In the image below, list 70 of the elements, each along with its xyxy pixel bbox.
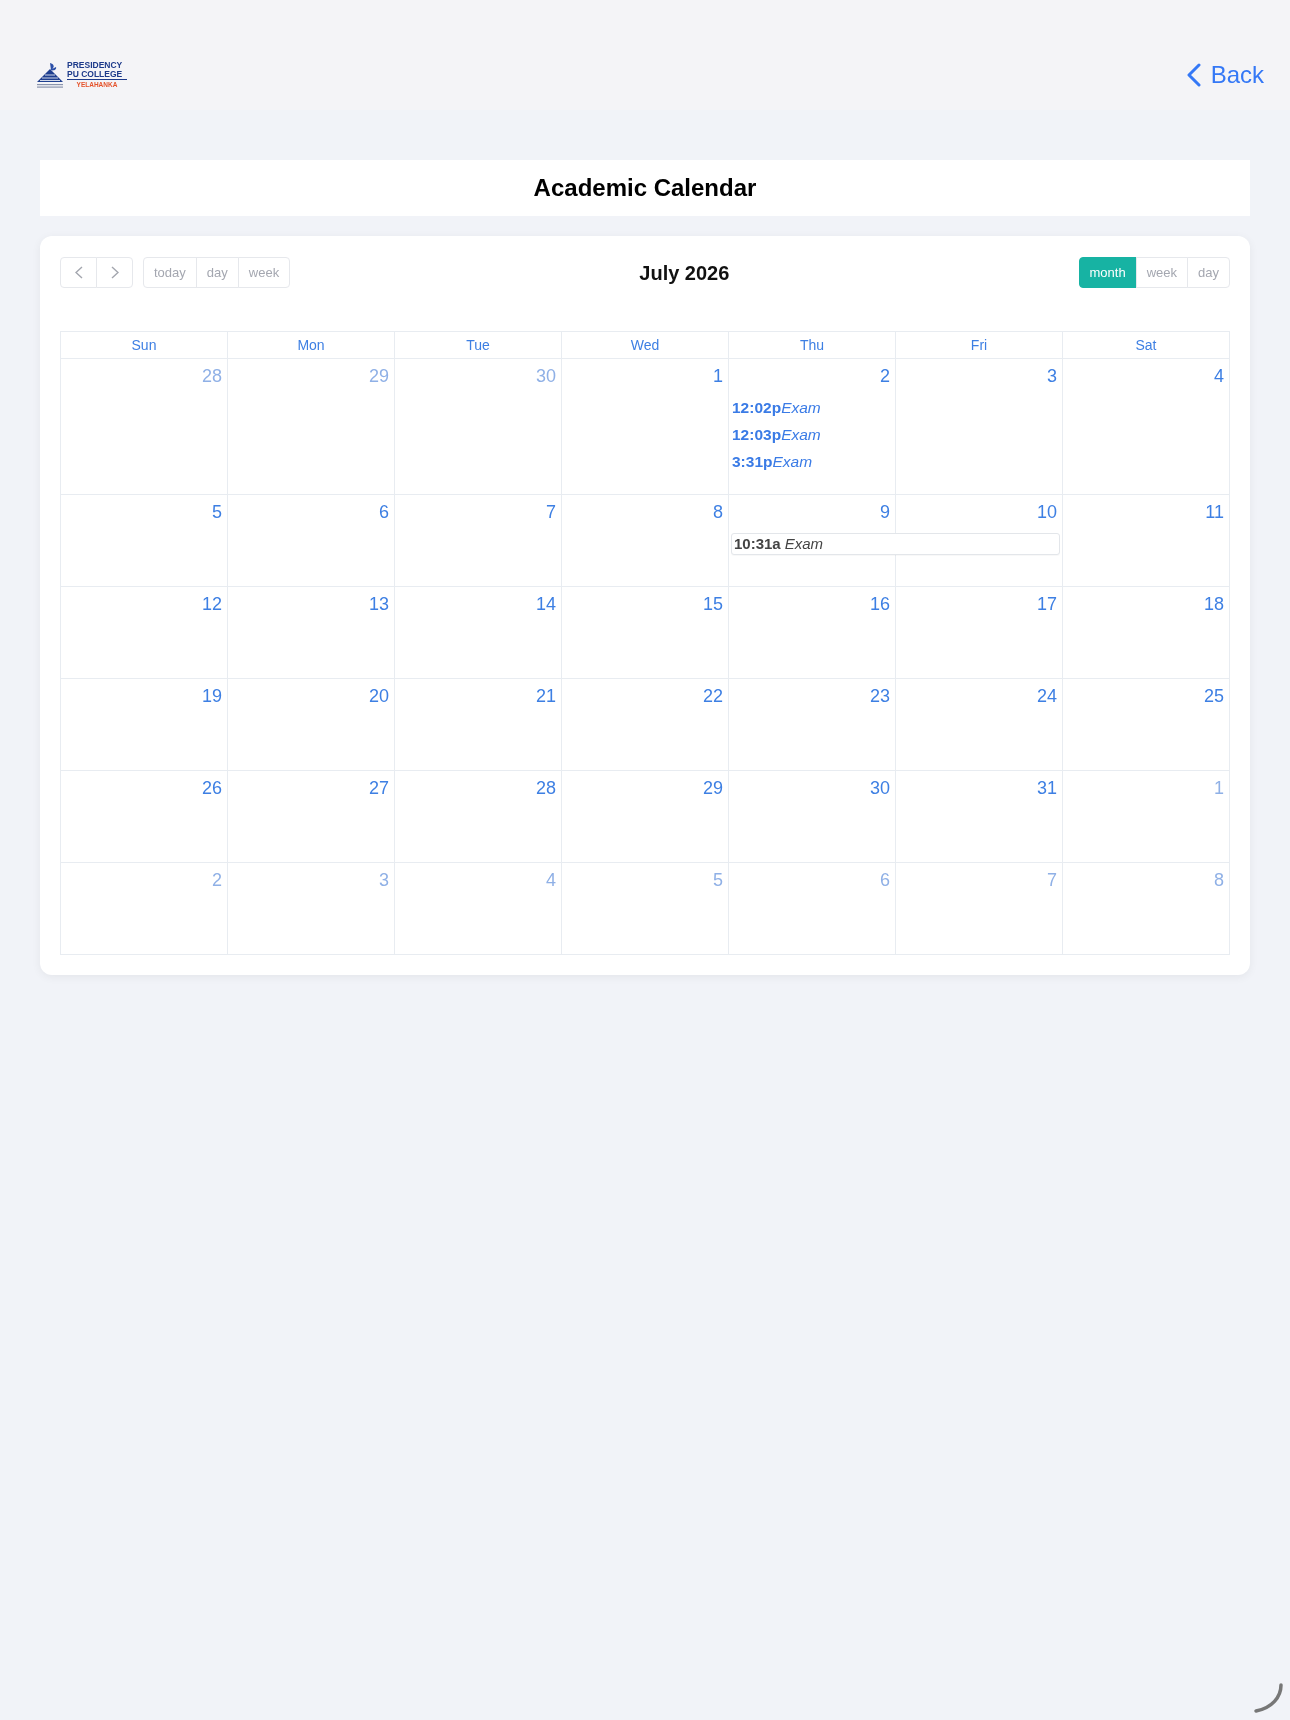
page-title: Academic Calendar	[533, 173, 757, 203]
weekday-header: Fri	[896, 331, 1063, 359]
day-number: 18	[1203, 593, 1225, 616]
day-number: 30	[869, 777, 891, 800]
day-number: 4	[1214, 365, 1225, 388]
weekday-header: Thu	[729, 331, 896, 359]
day-number: 27	[368, 777, 390, 800]
day-number: 10	[1036, 501, 1058, 524]
day-number: 4	[546, 869, 557, 892]
toolbar-button[interactable]: day	[195, 257, 239, 288]
day-number: 11	[1205, 501, 1225, 524]
day-number: 28	[201, 365, 223, 388]
day-number: 6	[379, 501, 390, 524]
chevron-right-icon	[110, 266, 119, 279]
day-number: 26	[201, 777, 223, 800]
day-number: 21	[535, 685, 557, 708]
spinner-icon	[1252, 1682, 1284, 1714]
day-number: 20	[368, 685, 390, 708]
day-number: 15	[702, 593, 724, 616]
weekday-header: Tue	[395, 331, 562, 359]
day-number: 2	[212, 869, 223, 892]
day-number: 16	[869, 593, 891, 616]
day-number: 31	[1036, 777, 1058, 800]
day-number: 3	[1047, 365, 1058, 388]
day-number: 8	[1214, 869, 1225, 892]
day-number: 5	[212, 501, 223, 524]
view-button[interactable]: week	[1135, 257, 1189, 288]
weekday-header: Sun	[61, 331, 228, 359]
day-number: 28	[535, 777, 557, 800]
day-number: 19	[201, 685, 223, 708]
day-number: 8	[713, 501, 724, 524]
toolbar-button[interactable]: week	[237, 257, 291, 288]
college-name: PRESIDENCY PU COLLEGE	[67, 61, 127, 81]
calendar-event[interactable]: 12:02pExam	[729, 394, 821, 421]
calendar-event[interactable]: 12:03pExam	[729, 421, 821, 448]
day-number: 25	[1203, 685, 1225, 708]
day-number: 30	[535, 365, 557, 388]
weekday-header: Wed	[562, 331, 729, 359]
day-number: 5	[713, 869, 724, 892]
day-number: 7	[546, 501, 557, 524]
day-number: 2	[880, 365, 891, 388]
calendar-event[interactable]: 10:31a Exam	[731, 533, 1060, 555]
calendar-event[interactable]: 3:31pExam	[729, 448, 813, 475]
day-number: 23	[869, 685, 891, 708]
month-title: July 2026	[639, 260, 730, 285]
day-number: 14	[535, 593, 557, 616]
toolbar-button[interactable]: today	[143, 257, 197, 288]
mountain-emblem-icon	[36, 62, 64, 88]
day-number: 29	[702, 777, 724, 800]
day-number: 12	[201, 593, 223, 616]
weekday-header: Sat	[1063, 331, 1230, 359]
view-button[interactable]: month	[1078, 257, 1137, 288]
back-button[interactable]: Back	[1186, 63, 1264, 87]
day-number: 29	[368, 365, 390, 388]
day-number: 13	[368, 593, 390, 616]
day-number: 22	[702, 685, 724, 708]
day-number: 3	[379, 869, 390, 892]
chevron-left-icon	[1186, 63, 1201, 87]
day-number: 24	[1036, 685, 1058, 708]
day-number: 7	[1047, 869, 1058, 892]
day-number: 1	[1214, 777, 1225, 800]
next-button[interactable]	[96, 257, 133, 288]
day-number: 17	[1036, 593, 1058, 616]
previous-button[interactable]	[60, 257, 97, 288]
chevron-left-icon	[74, 266, 83, 279]
weekday-header: Mon	[228, 331, 395, 359]
view-button[interactable]: day	[1187, 257, 1230, 288]
day-number: 6	[880, 869, 891, 892]
day-number: 9	[880, 501, 891, 524]
day-number: 1	[713, 365, 724, 388]
